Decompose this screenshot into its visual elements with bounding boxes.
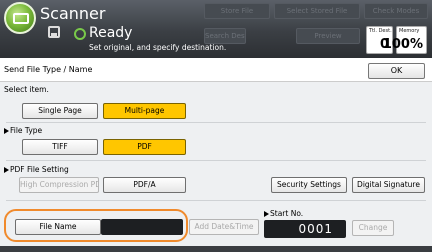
start-number-field[interactable]: 0001 bbox=[264, 220, 346, 238]
settings-panel: Select item. Single Page Multi-page File… bbox=[0, 82, 432, 252]
pdf-setting-label: PDF File Setting bbox=[4, 165, 69, 174]
divider bbox=[6, 200, 426, 201]
single-page-button[interactable]: Single Page bbox=[22, 103, 98, 119]
high-compression-pdf-button[interactable]: High Compression PDF bbox=[19, 177, 99, 193]
pdf-button[interactable]: PDF bbox=[103, 139, 186, 155]
multi-page-button[interactable]: Multi-page bbox=[103, 103, 186, 119]
store-file-button[interactable]: Store File bbox=[204, 3, 270, 19]
ready-status-icon bbox=[74, 28, 86, 40]
app-title: Scanner bbox=[40, 4, 106, 23]
dialog-title: Send File Type / Name bbox=[4, 65, 93, 74]
change-button[interactable]: Change bbox=[352, 220, 394, 236]
add-date-time-button[interactable]: Add Date&Time bbox=[189, 219, 259, 235]
memory-counter: Memory 100% bbox=[383, 26, 427, 54]
ok-button[interactable]: OK bbox=[368, 63, 425, 79]
original-tray-icon bbox=[48, 26, 60, 38]
select-item-label: Select item. bbox=[4, 85, 49, 94]
status-subtext: Set original, and specify destination. bbox=[89, 43, 227, 52]
divider bbox=[6, 160, 426, 161]
header-bar: Scanner Store File Select Stored File Ch… bbox=[0, 0, 432, 58]
security-settings-button[interactable]: Security Settings bbox=[271, 177, 347, 193]
status-text: Ready bbox=[89, 25, 133, 41]
pdfa-button[interactable]: PDF/A bbox=[103, 177, 186, 193]
preview-button[interactable]: Preview bbox=[296, 28, 360, 44]
digital-signature-button[interactable]: Digital Signature bbox=[352, 177, 425, 193]
check-modes-button[interactable]: Check Modes bbox=[364, 3, 428, 19]
file-name-highlight bbox=[4, 209, 188, 242]
start-no-label: Start No. bbox=[264, 209, 303, 218]
scanner-logo-icon bbox=[4, 2, 36, 34]
divider bbox=[6, 122, 426, 123]
bottom-bar bbox=[0, 246, 432, 252]
file-type-label: File Type bbox=[4, 126, 42, 135]
dialog-titlebar: Send File Type / Name OK bbox=[0, 60, 432, 82]
select-stored-file-button[interactable]: Select Stored File bbox=[274, 3, 360, 19]
tiff-button[interactable]: TIFF bbox=[22, 139, 98, 155]
search-dest-button[interactable]: Search Dest. bbox=[204, 28, 246, 44]
